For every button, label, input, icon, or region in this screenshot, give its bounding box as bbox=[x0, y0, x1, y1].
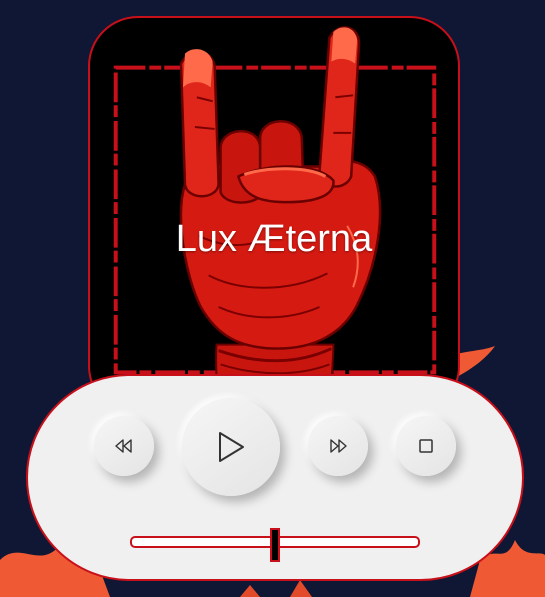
progress-slider-handle[interactable] bbox=[270, 528, 280, 562]
track-title: Lux Æterna bbox=[175, 218, 373, 260]
rewind-icon bbox=[115, 439, 132, 453]
fast-forward-icon bbox=[330, 439, 347, 453]
rewind-button[interactable] bbox=[94, 416, 154, 476]
playback-control-panel bbox=[26, 374, 524, 581]
rock-hand-cover-art bbox=[113, 26, 437, 414]
play-icon bbox=[219, 432, 244, 462]
stop-icon bbox=[419, 439, 433, 453]
fast-forward-button[interactable] bbox=[308, 416, 368, 476]
play-button[interactable] bbox=[182, 398, 280, 496]
progress-slider[interactable] bbox=[130, 528, 420, 562]
album-cover-card: Lux Æterna bbox=[88, 16, 460, 416]
music-player-screen: Lux Æterna bbox=[0, 0, 545, 597]
stop-button[interactable] bbox=[396, 416, 456, 476]
